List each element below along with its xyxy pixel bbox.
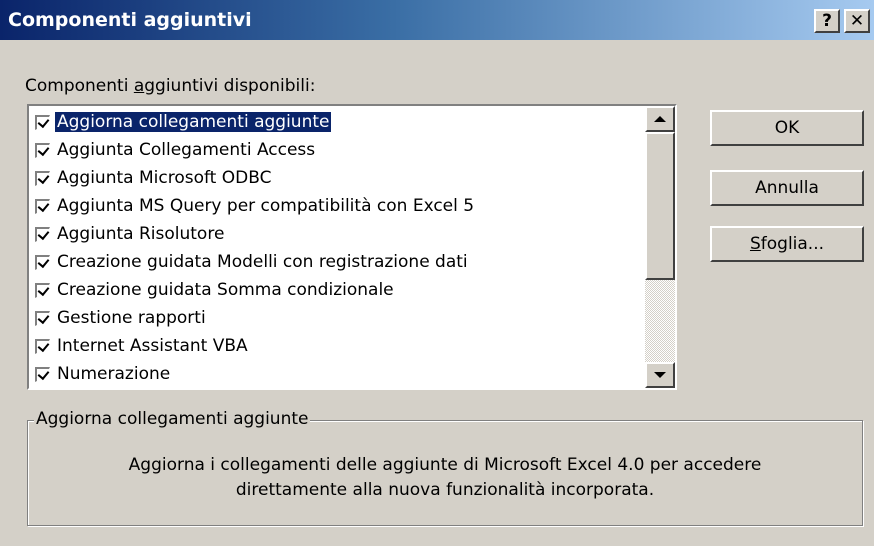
list-item[interactable]: Numerazione [35, 362, 172, 386]
list-item-label: Aggiunta Collegamenti Access [57, 140, 316, 160]
list-item-label: Gestione rapporti [57, 308, 206, 328]
arrow-up-icon [654, 116, 666, 122]
list-item[interactable]: Aggiorna collegamenti aggiunte [35, 110, 332, 134]
scroll-down-button[interactable] [645, 362, 675, 388]
checkbox[interactable] [35, 366, 50, 382]
window-title: Componenti aggiuntivi [8, 9, 252, 31]
list-item[interactable]: Creazione guidata Modelli con registrazi… [35, 250, 470, 274]
checkbox[interactable] [35, 114, 50, 130]
list-item[interactable]: Aggiunta Collegamenti Access [35, 138, 317, 162]
checkbox[interactable] [35, 338, 50, 354]
description-line-2: direttamente alla nuova funzionalità inc… [235, 480, 655, 500]
vertical-scrollbar[interactable] [645, 106, 675, 388]
close-button[interactable]: ✕ [844, 9, 870, 33]
arrow-down-icon [654, 372, 666, 378]
list-item-label: Aggiunta Microsoft ODBC [57, 168, 272, 188]
addins-list-label: Componenti aggiuntivi disponibili: [25, 76, 315, 96]
list-item[interactable]: Aggiunta MS Query per compatibilità con … [35, 194, 476, 218]
list-item[interactable]: Creazione guidata Somma condizionale [35, 278, 396, 302]
description-title: Aggiorna collegamenti aggiunte [34, 409, 311, 429]
cancel-button[interactable]: Annulla [710, 170, 864, 206]
scroll-thumb[interactable] [645, 132, 675, 280]
checkbox[interactable] [35, 254, 50, 270]
list-item-label: Creazione guidata Modelli con registrazi… [57, 252, 468, 272]
label-accelerator: a [133, 76, 145, 96]
checkbox[interactable] [35, 310, 50, 326]
label-suffix: ggiuntivi disponibili: [144, 76, 316, 96]
list-item-label: Internet Assistant VBA [57, 336, 248, 356]
checkbox[interactable] [35, 282, 50, 298]
title-bar[interactable]: Componenti aggiuntivi ? ✕ [0, 0, 874, 40]
checkbox[interactable] [35, 226, 50, 242]
browse-accelerator: S [749, 234, 761, 254]
browse-label: foglia... [760, 234, 825, 254]
description-text: Aggiorna i collegamenti delle aggiunte d… [28, 453, 862, 503]
ok-button[interactable]: OK [710, 110, 864, 146]
list-item-label: Aggiunta Risolutore [57, 224, 225, 244]
list-item[interactable]: Aggiunta Risolutore [35, 222, 226, 246]
scroll-up-button[interactable] [645, 106, 675, 132]
label-prefix: Componenti [25, 76, 134, 96]
description-group: Aggiorna collegamenti aggiunte Aggiorna … [27, 409, 863, 526]
description-line-1: Aggiorna i collegamenti delle aggiunte d… [128, 455, 762, 475]
checkbox[interactable] [35, 170, 50, 186]
list-item[interactable]: Aggiunta Microsoft ODBC [35, 166, 273, 190]
checkbox[interactable] [35, 142, 50, 158]
list-item-label: Numerazione [57, 364, 171, 384]
list-item-label: Aggiorna collegamenti aggiunte [55, 112, 332, 132]
help-button[interactable]: ? [814, 9, 840, 33]
list-item[interactable]: Gestione rapporti [35, 306, 208, 330]
checkbox[interactable] [35, 198, 50, 214]
list-item-label: Creazione guidata Somma condizionale [57, 280, 394, 300]
list-item-label: Aggiunta MS Query per compatibilità con … [57, 196, 475, 216]
browse-button[interactable]: Sfoglia... [710, 226, 864, 262]
addins-listbox[interactable]: Aggiorna collegamenti aggiunte Aggiunta C… [27, 104, 677, 390]
list-item[interactable]: Internet Assistant VBA [35, 334, 250, 358]
